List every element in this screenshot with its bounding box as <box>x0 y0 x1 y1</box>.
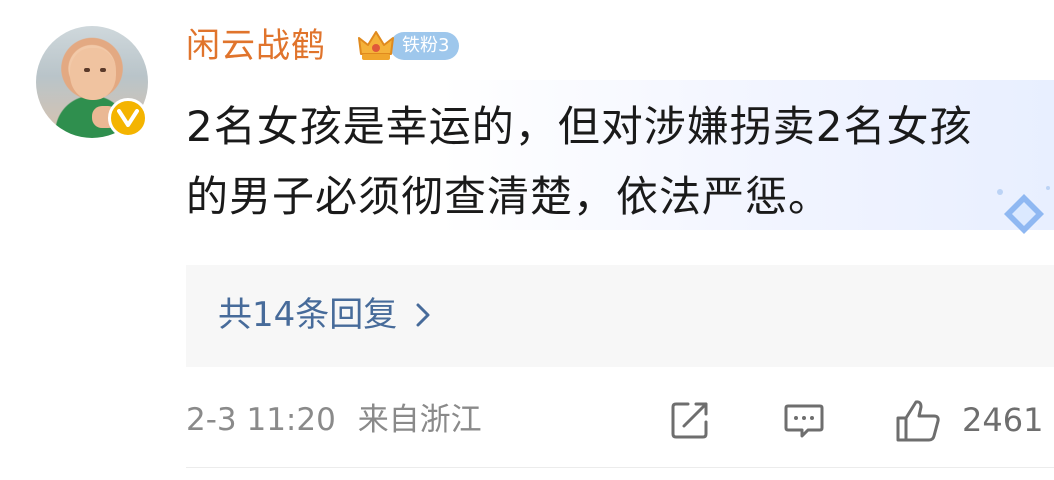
chevron-right-icon <box>416 303 430 327</box>
crown-icon <box>356 26 396 66</box>
like-button[interactable] <box>894 398 942 448</box>
avatar-eye <box>100 68 106 72</box>
share-edit-icon <box>671 402 708 439</box>
comment-meta: 2-3 11:20 来自浙江 <box>186 398 482 442</box>
username[interactable]: 闲云战鹤 <box>186 22 326 70</box>
reply-comment-button[interactable] <box>782 398 826 446</box>
view-replies-link[interactable]: 共14条回复 <box>218 293 431 337</box>
location: 来自浙江 <box>357 402 482 438</box>
repost-button[interactable] <box>668 398 712 446</box>
thumbs-up-icon <box>896 400 940 442</box>
avatar-eye <box>84 68 90 72</box>
like-count: 2461 <box>962 401 1044 439</box>
timestamp: 2-3 11:20 <box>186 402 336 438</box>
replies-label: 共14条回复 <box>218 295 398 335</box>
comment-text: 2名女孩是幸运的，但对涉嫌拐卖2名女孩的男子必须彻查清楚，依法严惩。 <box>186 102 973 221</box>
comment-icon <box>784 404 824 438</box>
divider <box>186 467 1054 468</box>
verified-v-icon <box>108 98 148 138</box>
avatar-face <box>70 48 116 100</box>
replies-panel[interactable]: 共14条回复 <box>186 265 1054 367</box>
fan-badge-label: 铁粉3 <box>390 32 460 60</box>
fan-badge[interactable]: 铁粉3 <box>356 26 460 66</box>
diamond-decoration-icon <box>990 182 1054 246</box>
